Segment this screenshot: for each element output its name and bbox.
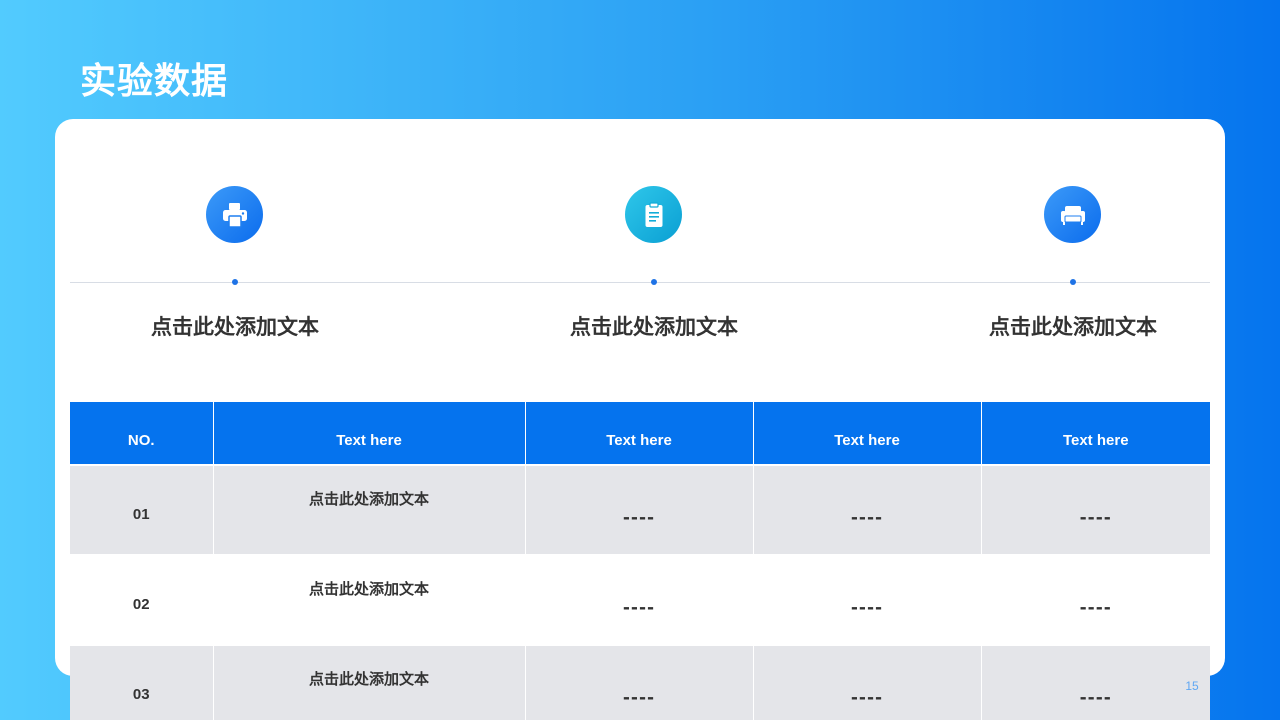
text-cell[interactable]: 点击此处添加文本 — [213, 644, 526, 720]
sofa-icon — [1044, 186, 1101, 243]
slide-title: 实验数据 — [80, 61, 229, 102]
feature-label[interactable]: 点击此处添加文本 — [55, 312, 415, 342]
value-cell: ---- — [981, 644, 1210, 720]
feature-item-3: 点击此处添加文本 — [893, 119, 1253, 379]
row-number-cell: 02 — [70, 554, 214, 645]
table-row: 03 点击此处添加文本 ---- ---- ---- — [70, 644, 1210, 720]
data-table: NO. Text here Text here Text here Text h… — [70, 402, 1210, 720]
page-number: 15 — [1185, 679, 1199, 693]
column-header: Text here — [981, 402, 1210, 465]
value-cell: ---- — [753, 464, 982, 555]
table-row: 02 点击此处添加文本 ---- ---- ---- — [70, 554, 1210, 645]
value-cell: ---- — [981, 464, 1210, 555]
feature-label[interactable]: 点击此处添加文本 — [474, 312, 834, 342]
timeline-dot — [1070, 279, 1076, 285]
feature-item-1: 点击此处添加文本 — [55, 119, 415, 379]
value-cell: ---- — [753, 554, 982, 645]
table-header-row: NO. Text here Text here Text here Text h… — [70, 402, 1210, 465]
content-card: 点击此处添加文本 点击此处添加文本 点击此处添加文本 NO. Text here… — [55, 119, 1225, 720]
row-number-cell: 03 — [70, 644, 214, 720]
value-cell: ---- — [981, 554, 1210, 645]
row-number-cell: 01 — [70, 464, 214, 555]
column-header: NO. — [70, 402, 214, 465]
column-header: Text here — [213, 402, 526, 465]
value-cell: ---- — [525, 554, 754, 645]
text-cell[interactable]: 点击此处添加文本 — [213, 464, 526, 555]
feature-item-2: 点击此处添加文本 — [474, 119, 834, 379]
column-header: Text here — [525, 402, 754, 465]
value-cell: ---- — [525, 464, 754, 555]
value-cell: ---- — [525, 644, 754, 720]
text-cell[interactable]: 点击此处添加文本 — [213, 554, 526, 645]
printer-icon — [206, 186, 263, 243]
feature-label[interactable]: 点击此处添加文本 — [893, 312, 1253, 342]
value-cell: ---- — [753, 644, 982, 720]
timeline-dot — [232, 279, 238, 285]
column-header: Text here — [753, 402, 982, 465]
timeline-dot — [651, 279, 657, 285]
clipboard-icon — [625, 186, 682, 243]
table-row: 01 点击此处添加文本 ---- ---- ---- — [70, 464, 1210, 555]
